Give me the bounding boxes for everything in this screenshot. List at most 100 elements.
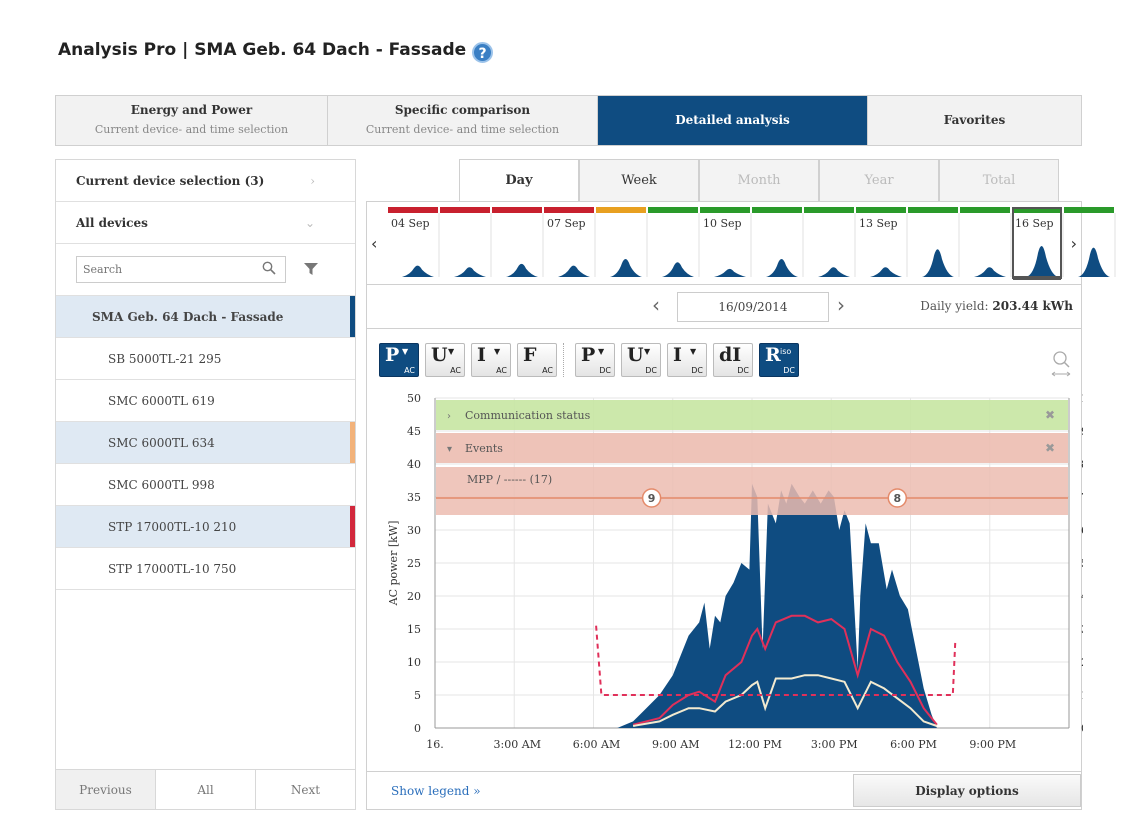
overlay-communication[interactable]: › Communication status ✖: [436, 400, 1068, 430]
dropdown-arrow-icon: ▼: [494, 347, 501, 356]
timeline-day[interactable]: [908, 207, 960, 277]
overlay-mpp[interactable]: MPP / ------ (17): [436, 467, 1068, 515]
device-name: SMC 6000TL 998: [108, 477, 215, 492]
overlay-toggle-icon[interactable]: ▾: [447, 444, 452, 455]
measure-p-ac-button[interactable]: P ▼ AC: [379, 343, 419, 377]
tab-week[interactable]: Week: [579, 159, 699, 201]
timeline-day[interactable]: [752, 207, 804, 277]
button-group-separator: [563, 343, 569, 377]
measure-i-ac-button[interactable]: I ▼ AC: [471, 343, 511, 377]
measure-subscript: DC: [783, 366, 795, 375]
all-devices-label: All devices: [76, 215, 148, 230]
daily-yield-value: 203.44 kWh: [992, 299, 1073, 313]
timeline-day[interactable]: 04 Sep: [388, 207, 440, 277]
device-list-item[interactable]: STP 17000TL-10 750: [56, 548, 355, 590]
tab-title: Favorites: [943, 113, 1006, 127]
device-list-item[interactable]: STP 17000TL-10 210: [56, 506, 355, 548]
ac-power-chart[interactable]: 0510152025303540455001234567891016.3:00 …: [367, 381, 1083, 771]
measure-symbol: I: [477, 344, 486, 366]
timeline-day[interactable]: [440, 207, 492, 277]
overlay-band: [436, 433, 1068, 463]
y2-tick-label: 7: [1081, 491, 1083, 504]
measure-di-dc-button[interactable]: dI DC: [713, 343, 753, 377]
timeline-day[interactable]: [492, 207, 544, 277]
timeline-day[interactable]: 07 Sep: [544, 207, 596, 277]
close-icon[interactable]: ✖: [1045, 441, 1055, 455]
day-status-bar: [544, 207, 594, 213]
y2-tick-label: 3: [1081, 623, 1083, 636]
day-status-bar: [388, 207, 438, 213]
tab-favorites[interactable]: Favorites: [868, 96, 1081, 145]
device-list-item[interactable]: SMA Geb. 64 Dach - Fassade: [56, 296, 355, 338]
display-options-button[interactable]: Display options: [853, 774, 1081, 807]
timeline-date-label: 10 Sep: [703, 217, 742, 230]
timeline-day[interactable]: 13 Sep: [856, 207, 908, 277]
date-prev-icon[interactable]: ‹: [652, 293, 660, 317]
search-icon[interactable]: [262, 261, 276, 275]
measure-r-dc-button[interactable]: Riso DC: [759, 343, 799, 377]
timeline-strip[interactable]: 04 Sep 07 Sep 10 Sep 13 Sep 16 Sep: [387, 207, 1117, 283]
search-input[interactable]: [76, 256, 286, 283]
timeline-day[interactable]: [960, 207, 1012, 277]
overlay-toggle-icon[interactable]: ›: [447, 411, 451, 422]
current-selection-label: Current device selection (3): [76, 173, 265, 188]
all-button[interactable]: All: [156, 770, 256, 809]
device-list-item[interactable]: SMC 6000TL 619: [56, 380, 355, 422]
measure-u-ac-button[interactable]: U ▼ AC: [425, 343, 465, 377]
analysis-panel: Day Week Month Year Total ‹ 04 Sep 07 Sep 10 S…: [366, 159, 1116, 810]
search-box: [56, 244, 355, 296]
date-next-icon[interactable]: ›: [837, 293, 845, 317]
device-pager: Previous All Next: [56, 769, 355, 809]
next-button[interactable]: Next: [256, 770, 355, 809]
measure-subscript: DC: [737, 366, 749, 375]
timeline-day[interactable]: [804, 207, 856, 277]
tab-month: Month: [699, 159, 819, 201]
measure-u-dc-button[interactable]: U ▼ DC: [621, 343, 661, 377]
timeline-day[interactable]: 16 Sep: [1012, 207, 1064, 280]
all-devices-dropdown[interactable]: All devices ⌄: [56, 202, 355, 244]
measure-p-dc-button[interactable]: P ▼ DC: [575, 343, 615, 377]
device-name: SMC 6000TL 634: [108, 435, 215, 450]
x-tick-label: 9:00 AM: [652, 738, 699, 751]
measure-symbol: U: [431, 344, 448, 366]
overlay-events[interactable]: ▾ Events ✖: [436, 433, 1068, 463]
help-icon[interactable]: ?: [472, 42, 493, 63]
tab-title: Specific comparison: [394, 103, 531, 117]
tab-detailed-analysis[interactable]: Detailed analysis: [598, 96, 868, 145]
tab-day[interactable]: Day: [459, 159, 579, 201]
tab-energy-and-power[interactable]: Energy and Power Current device- and tim…: [56, 96, 328, 145]
dropdown-arrow-icon: ▼: [598, 347, 605, 356]
day-status-bar: [856, 207, 906, 213]
tab-specific-comparison[interactable]: Specific comparison Current device- and …: [328, 96, 598, 145]
day-yield-sparkline: [506, 263, 538, 277]
timeline-day[interactable]: [596, 207, 648, 277]
current-device-selection[interactable]: Current device selection (3) ›: [56, 160, 355, 202]
zoom-icon[interactable]: [1051, 349, 1071, 379]
measure-f-ac-button[interactable]: F AC: [517, 343, 557, 377]
device-list-item[interactable]: SB 5000TL-21 295: [56, 338, 355, 380]
y-tick-label: 0: [414, 722, 421, 735]
show-legend-link[interactable]: Show legend »: [391, 784, 481, 798]
x-tick-label: 3:00 AM: [494, 738, 541, 751]
date-field[interactable]: 16/09/2014: [677, 292, 829, 322]
timeline-prev-icon[interactable]: ‹: [371, 234, 377, 253]
y-tick-label: 40: [407, 458, 421, 471]
device-list-item[interactable]: SMC 6000TL 998: [56, 464, 355, 506]
measure-symbol: U: [627, 344, 644, 366]
previous-button[interactable]: Previous: [56, 770, 156, 809]
measure-i-dc-button[interactable]: I ▼ DC: [667, 343, 707, 377]
filter-icon[interactable]: [304, 262, 318, 276]
dropdown-arrow-icon: ▼: [402, 347, 409, 356]
measure-symbol: P: [385, 344, 400, 366]
device-list-item[interactable]: SMC 6000TL 634: [56, 422, 355, 464]
y2-tick-label: 9: [1081, 425, 1083, 438]
y2-tick-label: 10: [1081, 392, 1083, 405]
close-icon[interactable]: ✖: [1045, 408, 1055, 422]
x-tick-label: 9:00 PM: [969, 738, 1016, 751]
device-name: SB 5000TL-21 295: [108, 351, 222, 366]
timeline-next-icon[interactable]: ›: [1071, 234, 1077, 253]
device-color-marker: [350, 422, 355, 463]
y2-tick-label: 8: [1081, 458, 1083, 471]
timeline-day[interactable]: 10 Sep: [700, 207, 752, 277]
timeline-day[interactable]: [648, 207, 700, 277]
